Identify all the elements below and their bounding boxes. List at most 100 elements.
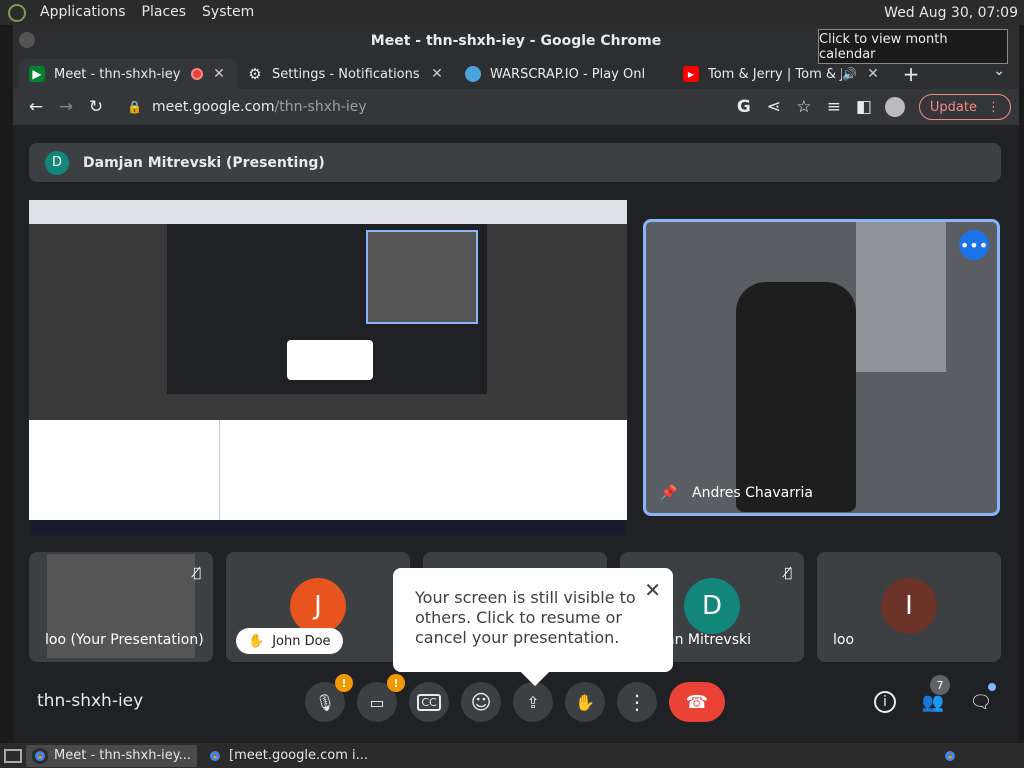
present-button[interactable]: ⇪ [513,682,553,722]
notification-dot [988,683,996,691]
window-menu-button[interactable] [19,32,35,48]
hand-icon: ✋ [575,692,595,712]
google-icon[interactable]: G [729,97,759,117]
shared-camera-tile [366,230,478,324]
participant-name: an Mitrevski [666,632,751,648]
participant-tile-loo[interactable]: I loo [817,552,1001,662]
pin-icon[interactable]: 📌 [660,485,677,501]
star-icon[interactable]: ☆ [789,97,819,117]
captions-icon: CC [417,693,441,711]
kebab-menu-icon: ⋮ [627,690,647,714]
update-button[interactable]: Update ⋮ [918,94,1011,120]
shared-browser-chrome [29,200,627,224]
close-icon[interactable]: ✕ [644,580,661,600]
mic-icon: 🎙 [314,692,336,712]
chrome-icon [32,747,48,764]
gnome-logo-icon[interactable] [8,3,26,22]
video-background [856,222,946,372]
chat-button[interactable]: 🗨 [966,683,996,717]
chrome-icon [207,747,224,764]
camera-icon: ▭ [369,692,385,712]
panel-clock[interactable]: Wed Aug 30, 07:09 [884,5,1024,21]
mic-warning-badge: ! [335,674,353,692]
profile-avatar[interactable] [884,97,905,117]
browser-toolbar: ← → ↻ 🔒 meet.google.com/thn-shxh-iey G ⋖… [13,89,1019,125]
lock-icon: 🔒 [127,100,142,114]
popover-text: Your screen is still visible to others. … [415,588,636,647]
window-title: Meet - thn-shxh-iey - Google Chrome [370,33,662,49]
video-content [736,282,856,512]
tray-chrome-icon[interactable] [942,747,958,764]
taskbar-item-meet[interactable]: Meet - thn-shxh-iey... [26,744,198,767]
close-icon[interactable]: ✕ [211,66,227,82]
reactions-button[interactable]: ☺ [461,682,501,722]
address-bar[interactable]: 🔒 meet.google.com/thn-shxh-iey [119,93,721,121]
more-options-button[interactable]: ⋮ [617,682,657,722]
tab-title: Meet - thn-shxh-iey [54,66,181,82]
chrome-window: Meet - thn-shxh-iey - Google Chrome ▶ Me… [13,25,1019,742]
tab-meet[interactable]: ▶ Meet - thn-shxh-iey ✕ [19,59,237,89]
raised-hand-icon: ✋ [248,633,265,649]
captions-button[interactable]: CC [409,682,449,722]
participant-name: loo [833,632,855,648]
people-button[interactable]: 👥 7 [918,675,950,717]
media-control-icon[interactable]: ≡ [819,97,849,117]
reload-icon[interactable]: ↻ [81,97,111,117]
tab-title: Tom & Jerry | Tom & Je [708,66,843,82]
presenter-avatar: D [45,150,69,175]
participant-tile-john[interactable]: J ✋ John Doe [226,552,410,662]
more-options-icon[interactable]: ••• [959,230,989,260]
phone-hangup-icon: ☎ [685,691,709,713]
side-panel-icon[interactable]: ◧ [849,97,879,117]
warscrap-icon [465,66,481,82]
featured-video-tile[interactable]: ••• 📌 Andres Chavarria [643,219,1000,516]
end-call-button[interactable]: ☎ [669,682,725,722]
present-screen-icon: ⇪ [526,692,540,712]
back-icon[interactable]: ← [21,97,51,117]
shared-screen[interactable] [29,200,627,535]
camera-button[interactable]: ▭ ! [357,674,405,722]
menu-applications[interactable]: Applications [32,0,134,25]
participant-name: loo (Your Presentation) [45,632,204,648]
raise-hand-button[interactable]: ✋ [565,682,605,722]
meeting-code: thn-shxh-iey [37,691,144,711]
camera-warning-badge: ! [387,674,405,692]
mic-button[interactable]: 🎙 ! [305,674,353,722]
popover-arrow [520,657,550,687]
gear-icon: ⚙ [248,65,262,83]
participant-avatar: I [881,578,937,634]
share-icon[interactable]: ⋖ [759,97,789,117]
taskbar-item-sharing[interactable]: [meet.google.com i... [201,745,374,767]
show-desktop-icon[interactable] [4,748,22,763]
mic-off-icon: 🎙̸ [193,566,201,581]
chat-icon: 🗨 [969,691,993,713]
url-host: meet.google.com [151,99,275,115]
taskbar-item-label: [meet.google.com i... [229,748,369,763]
meet-icon: ▶ [29,66,45,82]
participant-name: Andres Chavarria [692,485,813,501]
meeting-details-button[interactable]: i [870,687,900,717]
forward-icon[interactable]: → [51,97,81,117]
info-icon: i [874,691,896,713]
tab-settings[interactable]: ⚙ Settings - Notifications ✕ [237,59,455,89]
mic-off-icon: 🎙̸ [784,566,792,581]
youtube-icon: ▶ [683,66,699,82]
menu-places[interactable]: Places [134,0,195,25]
meet-stage: D Damjan Mitrevski (Presenting) ••• 📌 An… [13,125,1019,742]
presentation-popover[interactable]: ✕ Your screen is still visible to others… [393,568,673,687]
shared-chat-panel [29,420,627,520]
top-panel: Applications Places System Wed Aug 30, 0… [0,0,1024,25]
update-label: Update [929,99,977,115]
participant-name: John Doe [272,633,331,649]
tab-warscrap[interactable]: WARSCRAP.IO - Play Onl [455,59,673,89]
bottom-taskbar: Meet - thn-shxh-iey... [meet.google.com … [0,743,1024,768]
participant-avatar: J [290,578,346,634]
speaker-icon[interactable]: 🔊 [842,67,857,81]
menu-system[interactable]: System [194,0,262,25]
chevron-down-icon[interactable]: ⌄ [993,63,1005,79]
taskbar-item-label: Meet - thn-shxh-iey... [54,748,192,763]
participant-tile-self[interactable]: 🎙̸ loo (Your Presentation) [29,552,213,662]
shared-popover [287,340,373,380]
close-icon[interactable]: ✕ [429,66,445,82]
close-icon[interactable]: ✕ [865,66,881,82]
